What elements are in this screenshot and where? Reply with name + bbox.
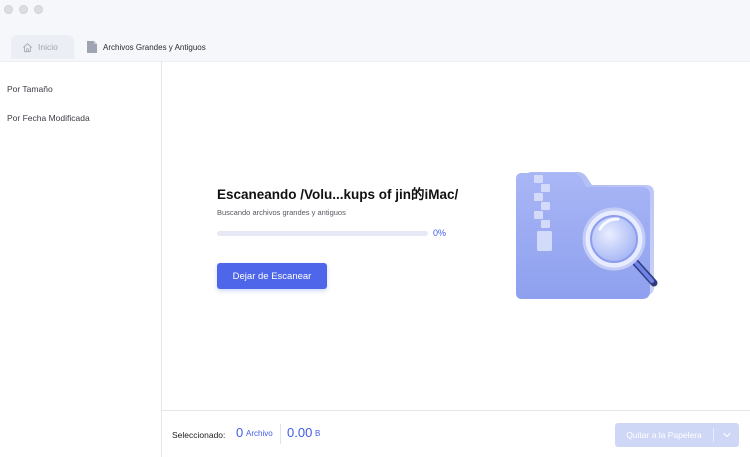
scan-subtitle: Buscando archivos grandes y antiguos xyxy=(217,208,346,217)
title-bar: Inicio Archivos Grandes y Antiguos xyxy=(0,0,750,62)
selected-file-count: 0 xyxy=(236,425,244,440)
status-footer: Seleccionado: 0 Archivo 0.00 B Quitar a … xyxy=(162,410,750,457)
close-window-button[interactable] xyxy=(4,5,13,14)
footer-divider xyxy=(280,424,281,444)
tab-large-old-files[interactable]: Archivos Grandes y Antiguos xyxy=(86,38,206,56)
sidebar-item-by-size[interactable]: Por Tamaño xyxy=(7,84,53,94)
tab-home[interactable]: Inicio xyxy=(11,35,74,59)
scan-title: Escaneando /Volu...kups of jin的iMac/ xyxy=(217,187,459,202)
selected-file-unit: Archivo xyxy=(246,429,273,438)
document-icon xyxy=(87,41,97,53)
tab-large-old-files-label: Archivos Grandes y Antiguos xyxy=(103,42,206,52)
tab-home-label: Inicio xyxy=(38,42,58,52)
trash-options-dropdown[interactable] xyxy=(714,432,739,438)
scan-progress-label: 0% xyxy=(433,228,447,238)
window-controls xyxy=(4,5,43,14)
move-to-trash-button[interactable]: Quitar a la Papelera xyxy=(615,423,739,447)
folder-search-icon xyxy=(516,172,658,299)
stop-scan-button[interactable]: Dejar de Escanear xyxy=(217,263,327,289)
zoom-window-button[interactable] xyxy=(34,5,43,14)
sidebar: Por Tamaño Por Fecha Modificada xyxy=(0,62,162,457)
sidebar-item-by-modified-date[interactable]: Por Fecha Modificada xyxy=(7,113,90,123)
selected-size-value: 0.00 xyxy=(287,425,313,440)
scan-panel: Escaneando /Volu...kups of jin的iMac/ Bus… xyxy=(162,62,750,410)
home-icon xyxy=(23,42,32,52)
selected-label: Seleccionado: xyxy=(172,430,226,440)
chevron-down-icon xyxy=(722,432,731,438)
selected-size-unit: B xyxy=(315,429,321,438)
scan-progress-bar xyxy=(217,231,428,236)
minimize-window-button[interactable] xyxy=(19,5,28,14)
move-to-trash-label: Quitar a la Papelera xyxy=(626,430,702,440)
